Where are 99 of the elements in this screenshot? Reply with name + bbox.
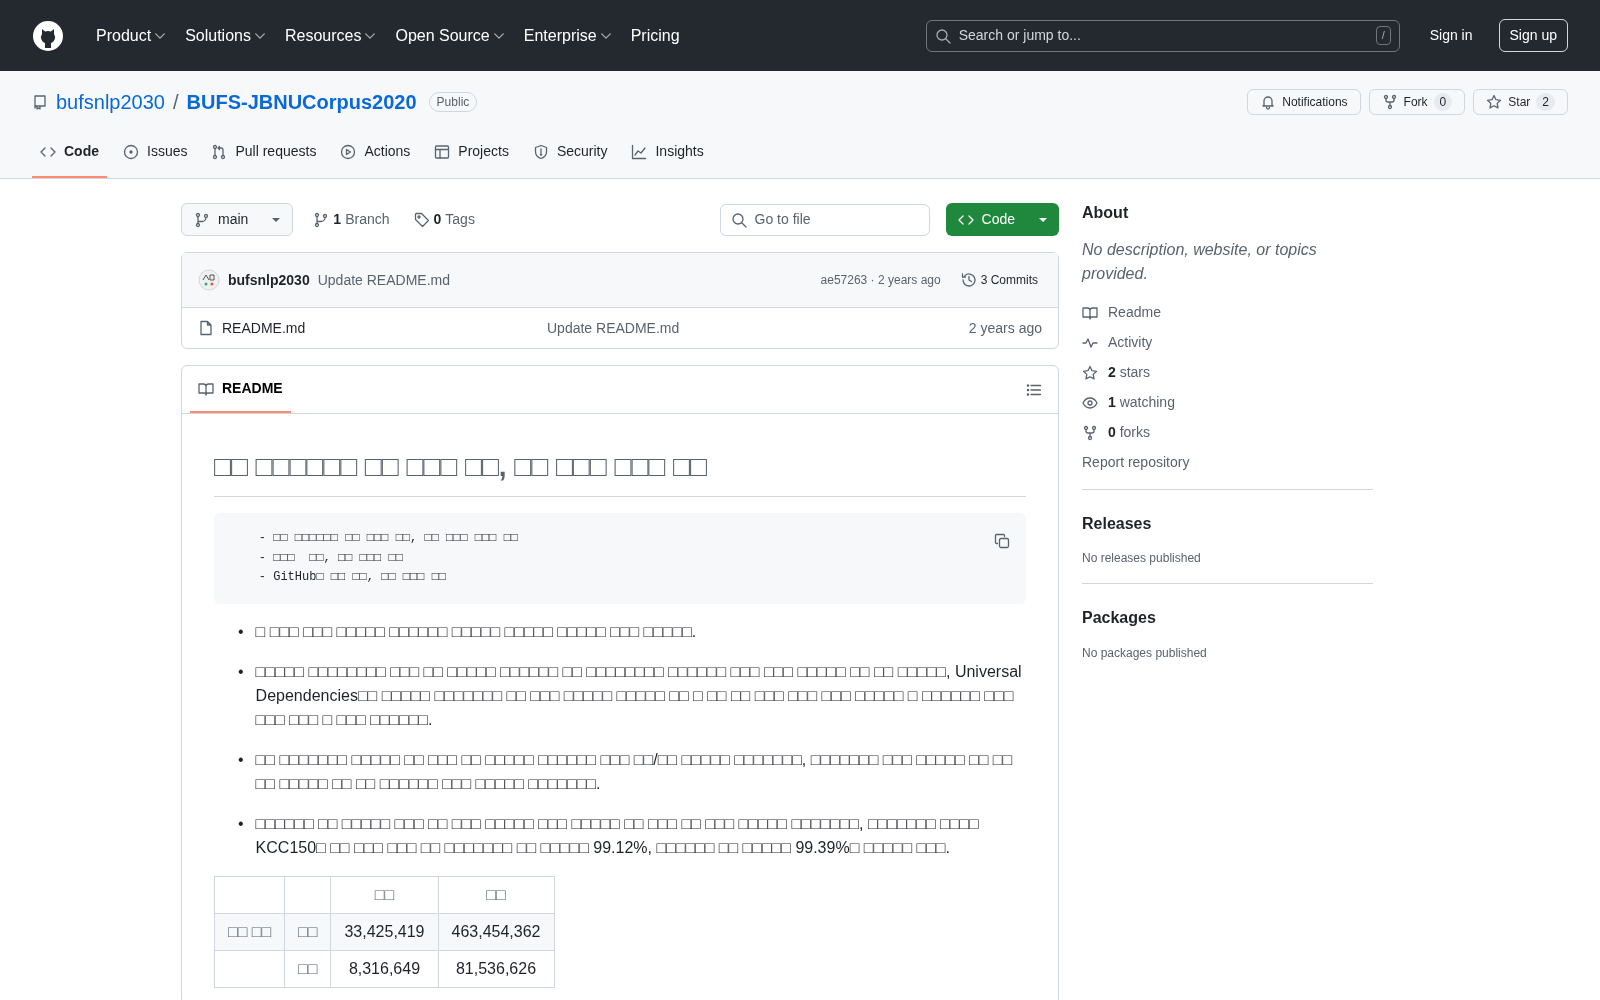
sign-in-link[interactable]: Sign in — [1419, 20, 1483, 51]
about-link[interactable]: Readme — [1108, 302, 1161, 324]
branch-selector[interactable]: main — [181, 203, 294, 236]
table-cell: 8,316,649 — [330, 950, 438, 987]
readme-paragraph: □□□□□□ □□ □□□□□ □□□ □□ □□□ □□□□□ □□□ □□□□□ □□ □□□ □□ □□□ □□□□□ □□□□□□□, □□□□□□□ □□□□ KCC150□ □□ □□□ □□□ □□ □□□□□□□ □□ □□□□□ 99.12%, □□□□□□ □□ □□□□□ 99.39%□ □□□□□ □□□. — [255, 813, 980, 858]
fork-icon — [1381, 94, 1398, 110]
repo-tab[interactable]: Insights — [623, 133, 712, 178]
caret-icon — [272, 217, 281, 222]
nav-menu[interactable]: Enterprise — [515, 17, 619, 54]
tag-icon — [413, 211, 430, 228]
branch-icon — [194, 211, 210, 228]
commit-message[interactable]: Update README.md — [317, 269, 450, 291]
fork-icon — [1082, 424, 1098, 441]
repo-tab[interactable]: Security — [524, 133, 616, 178]
readme-tab[interactable]: README — [190, 366, 291, 413]
readme-paragraph: □□ □□□□□□□ □□□□□ □□ □□□ □□ □□□□□ □□□□□□ □□□ □□/□□ □□□□□ □□□□□□□, □□□□□□□ □□□ □□□□□ □□ □□ □□ □□□□□ □□ □□ □□□□□□ □□□ □□□□□ □□□□□□□. — [255, 749, 1014, 794]
nav-menu[interactable]: Resources — [276, 17, 384, 54]
search-icon — [934, 27, 951, 44]
table-cell: □□ — [284, 950, 331, 987]
search-field[interactable]: Search or jump to... / — [925, 19, 1400, 52]
table-cell: □□ — [284, 913, 331, 950]
code-block-text: - □□ □□□□□□ □□ □□□ □□, □□ □□□ □□□ □□ - □□□ □□, □□ □□□ □□ - GitHub□ □□ □□, □□ □□□ □□ — [257, 530, 519, 586]
readme-paragraph: □ □□□ □□□ □□□□□ □□□□□□ □□□□□ □□□□□ □□□□□ □□□ □□□□□. — [255, 621, 697, 642]
fork-button[interactable]: Fork 0 — [1368, 89, 1466, 115]
file-icon — [198, 320, 214, 336]
repo-tab[interactable]: Code — [32, 133, 107, 178]
table-icon — [434, 143, 451, 160]
go-to-file-field[interactable]: Go to file — [719, 203, 930, 236]
repo-tab[interactable]: Actions — [332, 133, 419, 178]
repo-name-link[interactable]: BUFS-JBNUCorpus2020 — [186, 87, 417, 117]
table-cell — [214, 950, 285, 987]
repo-tab[interactable]: Projects — [426, 133, 517, 178]
about-description: No description, website, or topics provided. — [1082, 240, 1318, 285]
history-icon — [960, 272, 977, 288]
repo-icon — [32, 94, 48, 110]
branches-link[interactable]: 1 Branch — [309, 205, 394, 234]
releases-heading[interactable]: Releases — [1082, 514, 1373, 534]
book-icon — [198, 380, 214, 397]
logo-icon[interactable] — [32, 19, 64, 52]
tags-link[interactable]: 0 Tags — [409, 205, 479, 234]
readme-paragraph: □□□□□ □□□□□□□□ □□□ □□ □□□□□ □□□□□□ □□ □□□□□□□□ □□□□□□ □□□ □□□ □□□□□ □□ □□ □□□□□, Universal Dependencies□□ □□□□□ □□□□□□□ □□ □□□ □□□□□ □□□□□ □□ □ □□ □□ □□□ □□□ □□□ □□□□□ □ □□□□□□ □□□ □□□ □□□ □ □□□ □□□□□□. — [255, 661, 1023, 730]
search-icon — [730, 211, 747, 228]
file-commit-message[interactable]: Update README.md — [547, 317, 680, 339]
star-icon — [1082, 364, 1098, 381]
commits-link[interactable]: 3 Commits — [956, 267, 1042, 293]
nav-menu[interactable]: Open Source — [387, 17, 512, 54]
outline-icon — [1026, 382, 1042, 399]
nav-menu[interactable]: Solutions — [177, 17, 273, 54]
eye-icon — [1082, 394, 1098, 411]
packages-heading[interactable]: Packages — [1082, 608, 1373, 628]
repo-tab[interactable]: Pull requests — [203, 133, 325, 178]
table-header-cell: □□ — [438, 876, 554, 913]
commit-info: ae57263 · 2 years ago — [820, 272, 941, 289]
about-link[interactable]: Activity — [1108, 332, 1153, 354]
table-cell: □□ □□ — [214, 913, 285, 950]
shield-icon — [532, 143, 549, 160]
owner-link[interactable]: bufsnlp2030 — [56, 87, 165, 117]
about-link[interactable]: 2 stars — [1108, 362, 1151, 384]
readme-heading: □□ □□□□□□ □□ □□□ □□, □□ □□□ □□□ □□ — [214, 446, 1026, 497]
nav-menu[interactable]: Product — [88, 17, 174, 54]
pull-request-icon — [211, 143, 228, 160]
graph-icon — [631, 143, 648, 160]
notifications-button[interactable]: Notifications — [1247, 89, 1361, 115]
play-icon — [340, 143, 357, 160]
commit-author[interactable]: bufsnlp2030 — [228, 269, 310, 291]
code-button[interactable]: Code — [945, 203, 1059, 236]
report-link[interactable]: Report repository — [1082, 452, 1373, 474]
copy-icon — [994, 532, 1010, 549]
caret-icon — [1039, 217, 1047, 222]
about-link[interactable]: 1 watching — [1108, 392, 1175, 414]
bullet-marker: • — [238, 661, 244, 682]
shortcut-key: / — [1375, 26, 1391, 45]
sign-up-button[interactable]: Sign up — [1498, 19, 1568, 52]
repo-tab[interactable]: Issues — [115, 133, 196, 178]
bullet-marker: • — [238, 749, 244, 770]
about-link[interactable]: 0 forks — [1108, 422, 1151, 444]
file-name-link[interactable]: README.md — [222, 317, 547, 339]
count-label: 2 — [1536, 93, 1555, 111]
packages-text: No packages published — [1082, 644, 1208, 662]
star-icon — [1486, 94, 1503, 110]
about-heading: About — [1082, 203, 1130, 223]
table-header-cell — [214, 876, 285, 913]
releases-text: No releases published — [1082, 550, 1202, 568]
table-header-cell: □□ — [330, 876, 438, 913]
bullet-marker: • — [238, 813, 244, 834]
branch-icon — [313, 211, 330, 228]
table-cell: 81,536,626 — [438, 950, 554, 987]
path-separator: / — [173, 90, 179, 115]
issue-icon — [123, 143, 139, 160]
file-time: 2 years ago — [968, 318, 1042, 338]
table-header-cell — [284, 876, 331, 913]
avatar-icon — [198, 269, 220, 291]
nav-menu[interactable]: Pricing — [622, 17, 688, 54]
bullet-marker: • — [238, 621, 244, 642]
book-icon — [1082, 304, 1098, 321]
table-cell: 463,454,362 — [438, 913, 554, 950]
count-label: 0 — [1433, 93, 1453, 111]
table-cell: 33,425,419 — [330, 913, 438, 950]
star-button[interactable]: Star 2 — [1473, 89, 1568, 115]
